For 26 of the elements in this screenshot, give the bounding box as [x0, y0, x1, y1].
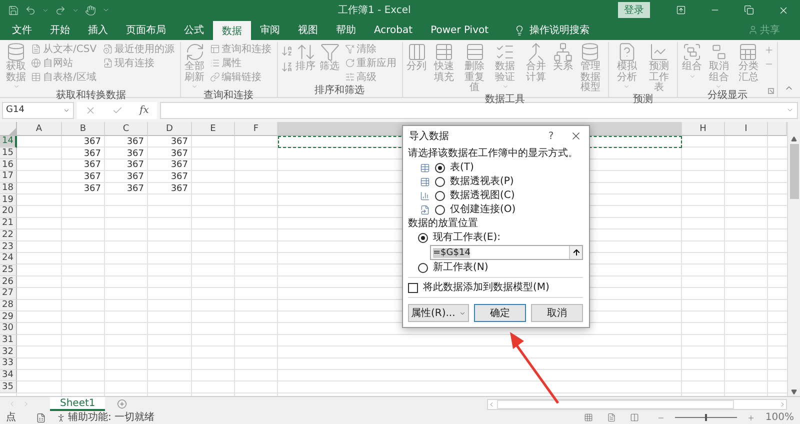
ribbon-group-label: 获取和转换数据: [56, 90, 126, 102]
table-cell-text: 367: [82, 148, 102, 160]
ribbon-group-label: 数据工具: [485, 94, 526, 106]
table-cell-text: 367: [126, 148, 145, 160]
ribbon-group-label: 查询和连接: [204, 90, 254, 102]
ribbon-group-label: 排序和筛选: [314, 85, 365, 97]
table-cell-text: 367: [82, 171, 102, 183]
table-cell-text: 367: [126, 171, 145, 183]
table-cell-text: 367: [170, 148, 189, 160]
table-cell-text: 367: [126, 182, 145, 194]
section-heading: 数据的放置位置: [408, 217, 479, 230]
table-cell-text: 367: [170, 171, 189, 183]
ribbon-group-label: 预测: [632, 94, 653, 106]
mode-indicator: 点: [6, 412, 16, 424]
table-cell-text: 367: [170, 182, 189, 194]
prompt-text: 请选择该数据在工作簿中的显示方式。: [408, 147, 579, 160]
table-cell-text: 367: [126, 159, 145, 172]
table-cell-text: 367: [82, 159, 102, 172]
table-cell-text: 367: [170, 159, 189, 172]
table-cell-text: 367: [82, 182, 102, 194]
window-title: 工作簿1 - Excel: [338, 4, 412, 17]
table-cell-text: 367: [170, 136, 189, 148]
table-cell-text: 367: [126, 136, 145, 148]
ribbon-group-label: 分级显示: [708, 90, 748, 102]
table-cell-text: 367: [82, 136, 102, 148]
dialog-title: 导入数据: [409, 130, 450, 143]
